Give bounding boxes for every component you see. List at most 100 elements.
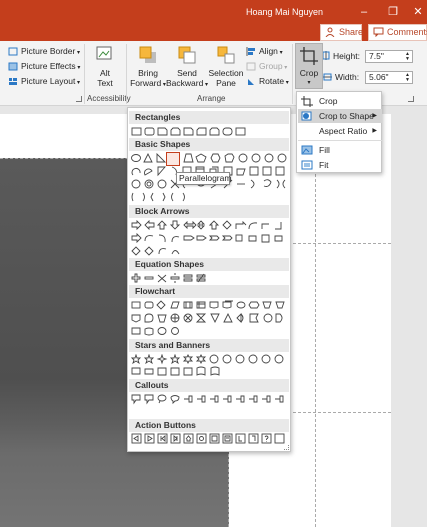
width-label-wrap: Width: — [323, 72, 365, 82]
bring-forward-label-1: Bring — [138, 68, 158, 78]
menu-item-fit[interactable]: Fit — [298, 158, 382, 172]
category-rectangles: Rectangles — [129, 111, 289, 124]
width-label: Width: — [335, 72, 360, 82]
alt-text-button[interactable]: Alt Text — [88, 45, 122, 88]
width-icon — [323, 73, 332, 81]
menu-item-fill[interactable]: Fill — [298, 143, 382, 157]
menu-item-crop[interactable]: Crop — [298, 94, 382, 108]
selection-pane-button[interactable]: Selection Pane — [207, 45, 245, 88]
comment-icon — [373, 27, 384, 37]
callouts-row — [131, 394, 284, 405]
share-button[interactable]: Share — [320, 24, 364, 41]
category-callouts: Callouts — [129, 379, 289, 392]
group-button[interactable]: Group ▾ — [246, 60, 287, 73]
shape-tooltip: Parallelogram — [176, 172, 231, 185]
send-backward-label-2: Backward — [166, 78, 204, 88]
share-icon — [325, 27, 335, 37]
size-launcher[interactable] — [408, 96, 414, 102]
picture-layout-icon — [9, 78, 17, 85]
alt-text-label-1: Alt — [100, 68, 110, 78]
category-block-arrows: Block Arrows — [129, 205, 289, 218]
crop-label: Crop — [299, 68, 319, 78]
menu-item-crop-label: Crop — [319, 96, 338, 106]
send-backward-icon — [178, 46, 196, 64]
restore-button[interactable]: ❐ — [385, 4, 401, 20]
align-icon — [246, 47, 255, 56]
submenu-arrow-icon: ▶ — [372, 113, 377, 119]
crop-button[interactable]: Crop ▾ — [295, 43, 323, 89]
gallery-resize-handle[interactable] — [284, 445, 289, 450]
share-label: Share — [339, 27, 364, 37]
category-basic-shapes: Basic Shapes — [129, 138, 289, 151]
menu-item-aspect-ratio-label: Aspect Ratio — [319, 126, 368, 136]
category-flowchart: Flowchart — [129, 285, 289, 298]
category-stars-and-banners: Stars and Banners — [129, 339, 289, 352]
height-down-arrow[interactable]: ▼ — [405, 57, 410, 62]
group-icon — [246, 62, 256, 71]
equation-shapes-row — [131, 273, 206, 283]
alt-text-icon — [96, 46, 112, 60]
crop-icon — [300, 47, 318, 65]
width-input[interactable]: 5.06" ▲ ▼ — [365, 71, 413, 84]
menu-item-fit-label: Fit — [319, 160, 329, 170]
category-action-buttons: Action Buttons — [129, 419, 289, 432]
picture-border-icon — [8, 47, 18, 56]
minimize-button[interactable]: – — [356, 4, 372, 20]
rotate-icon — [248, 79, 254, 85]
height-input[interactable]: 7.5" ▲ ▼ — [365, 50, 413, 63]
picture-effects-button[interactable]: Picture Effects ▾ — [8, 60, 80, 73]
group-label-accessibility: Accessibility — [87, 94, 131, 103]
comments-label: Comments — [387, 27, 427, 37]
user-name[interactable]: Hoang Mai Nguyen — [246, 7, 323, 17]
fit-icon — [301, 160, 313, 170]
picture-effects-label: Picture Effects — [21, 61, 76, 71]
crop-dropdown-arrow: ▾ — [307, 80, 311, 86]
comments-button[interactable]: Comments — [368, 24, 427, 41]
flowchart-grid — [131, 300, 285, 336]
block-arrows-grid — [131, 220, 283, 256]
parallelogram-shape-hover[interactable] — [166, 152, 180, 166]
bring-forward-icon — [139, 46, 156, 63]
bring-forward-button[interactable]: Bring Forward ▾ — [129, 45, 167, 90]
align-label: Align — [259, 46, 278, 56]
menu-item-aspect-ratio[interactable]: Aspect Ratio ▶ — [298, 124, 382, 138]
action-buttons-row — [131, 433, 285, 444]
picture-border-button[interactable]: Picture Border ▾ — [8, 45, 80, 58]
selection-pane-label-2: Pane — [216, 78, 236, 88]
picture-layout-button[interactable]: Picture Layout ▾ — [8, 75, 80, 88]
width-value: 5.06" — [369, 72, 389, 82]
shapes-gallery: Rectangles Basic Shapes Block Arrows Equ… — [127, 107, 291, 452]
picture-styles-launcher[interactable] — [76, 96, 82, 102]
height-value: 7.5" — [369, 51, 384, 61]
stars-banners-grid — [131, 354, 284, 376]
group-label-arrange: Arrange — [197, 94, 226, 103]
bring-forward-label-2: Forward — [130, 78, 162, 88]
align-button[interactable]: Align ▾ — [246, 45, 283, 58]
picture-effects-icon — [8, 62, 18, 71]
title-bar: Hoang Mai Nguyen – ❐ ✕ — [0, 0, 427, 25]
send-backward-button[interactable]: Send Backward ▾ — [166, 45, 208, 90]
category-equation-shapes: Equation Shapes — [129, 258, 289, 271]
picture-border-label: Picture Border — [21, 46, 76, 56]
picture-layout-label: Picture Layout — [21, 76, 76, 86]
fill-icon — [301, 145, 313, 155]
menu-item-fill-label: Fill — [319, 145, 330, 155]
height-label: Height: — [333, 51, 360, 61]
height-icon — [322, 51, 330, 60]
selection-pane-icon — [217, 46, 235, 64]
alt-text-label-2: Text — [97, 78, 113, 88]
crop-shape-icon — [301, 111, 312, 121]
width-down-arrow[interactable]: ▼ — [405, 78, 410, 83]
submenu-arrow-icon: ▶ — [372, 128, 377, 134]
rotate-button[interactable]: Rotate ▾ — [246, 75, 289, 88]
selection-pane-label-1: Selection — [208, 68, 244, 78]
close-button[interactable]: ✕ — [410, 4, 426, 20]
send-backward-label-1: Send — [177, 68, 197, 78]
rotate-label: Rotate — [259, 76, 285, 86]
menu-item-crop-to-shape[interactable]: Crop to Shape ▶ — [298, 109, 382, 123]
height-label-wrap: Height: — [322, 51, 363, 61]
crop-menu: Crop Crop to Shape ▶ Aspect Ratio ▶ Fill… — [296, 91, 382, 173]
group-label: Group — [259, 61, 283, 71]
crop-icon — [301, 96, 313, 107]
menu-item-crop-to-shape-label: Crop to Shape — [319, 111, 374, 121]
